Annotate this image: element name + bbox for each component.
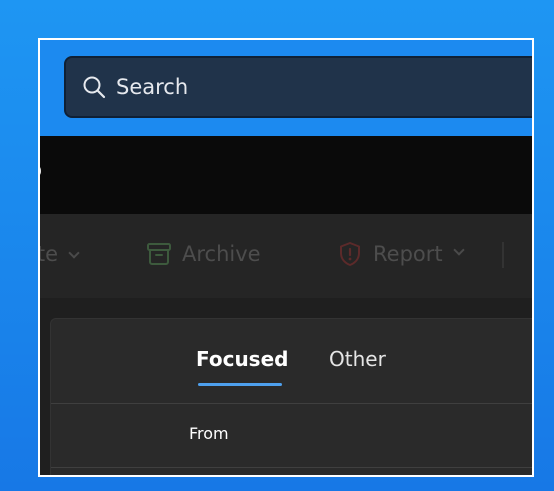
top-bar: Search: [40, 40, 532, 136]
tabs-divider: [51, 403, 532, 404]
app-window: Search lp ete Archive: [38, 38, 534, 477]
header-divider: [51, 467, 532, 468]
tab-other[interactable]: Other: [329, 347, 386, 371]
menu-bar: lp: [40, 136, 532, 214]
delete-button[interactable]: ete: [38, 242, 80, 266]
toolbar-divider: [502, 242, 504, 268]
search-icon: [82, 75, 106, 99]
search-box[interactable]: Search: [64, 56, 532, 118]
chevron-down-icon[interactable]: [68, 247, 80, 259]
archive-icon: [146, 241, 172, 267]
report-label: Report: [373, 242, 443, 266]
report-button[interactable]: Report: [337, 241, 465, 267]
message-list-panel: Focused Other From: [50, 318, 532, 475]
menu-item-help[interactable]: lp: [40, 158, 42, 183]
archive-button[interactable]: Archive: [146, 241, 261, 267]
tab-focused[interactable]: Focused: [196, 347, 288, 371]
shield-alert-icon: [337, 241, 363, 267]
archive-label: Archive: [182, 242, 261, 266]
command-toolbar: ete Archive Report: [40, 214, 532, 298]
column-header-from[interactable]: From: [189, 424, 229, 443]
delete-label: ete: [38, 242, 59, 266]
app-screenshot: { "search": { "label": "Search" }, "menu…: [0, 0, 554, 491]
selected-tab-indicator: [198, 383, 282, 386]
chevron-down-icon[interactable]: [452, 244, 465, 256]
search-placeholder: Search: [116, 75, 189, 99]
